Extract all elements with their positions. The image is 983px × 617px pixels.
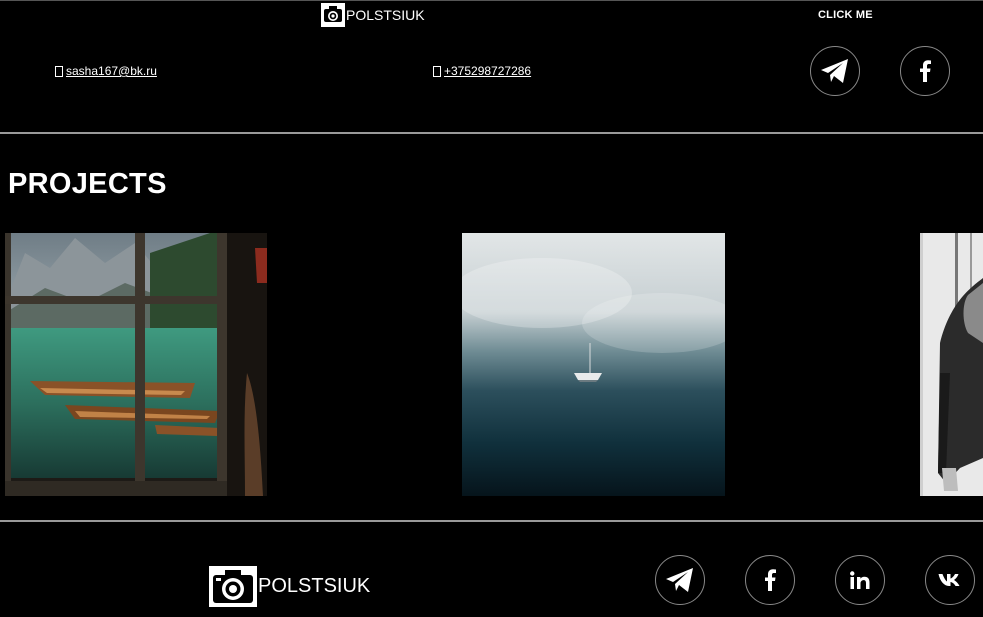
camera-logo-icon xyxy=(321,3,345,27)
facebook-icon xyxy=(920,60,931,82)
footer-linkedin-button[interactable] xyxy=(835,555,885,605)
telegram-icon xyxy=(666,568,693,592)
envelope-icon xyxy=(55,65,63,77)
email-text: sasha167@bk.ru xyxy=(66,64,157,78)
header-brand[interactable]: POLSTSIUK xyxy=(321,3,425,27)
telegram-icon xyxy=(821,59,848,83)
click-me-button[interactable]: CLICK ME xyxy=(818,9,873,21)
brand-name: POLSTSIUK xyxy=(346,7,425,23)
camera-logo-icon xyxy=(209,566,257,607)
footer-telegram-button[interactable] xyxy=(655,555,705,605)
divider-bottom xyxy=(0,520,983,522)
top-border xyxy=(0,0,983,1)
phone-text: +375298727286 xyxy=(444,64,532,78)
project-image-sailboat[interactable] xyxy=(462,233,725,496)
phone-icon xyxy=(433,65,441,77)
projects-heading: PROJECTS xyxy=(8,168,167,200)
footer-facebook-button[interactable] xyxy=(745,555,795,605)
phone-link[interactable]: +375298727286 xyxy=(433,64,531,78)
footer-brand[interactable]: POLSTSIUK xyxy=(209,566,370,607)
project-image-portrait[interactable] xyxy=(920,233,983,496)
divider-top xyxy=(0,132,983,134)
vk-icon xyxy=(938,574,960,586)
header-telegram-button[interactable] xyxy=(810,46,860,96)
facebook-icon xyxy=(765,569,776,591)
footer-vk-button[interactable] xyxy=(925,555,975,605)
footer-brand-name: POLSTSIUK xyxy=(258,575,371,597)
email-link[interactable]: sasha167@bk.ru xyxy=(55,64,157,78)
header-facebook-button[interactable] xyxy=(900,46,950,96)
project-image-lake[interactable] xyxy=(5,233,267,496)
linkedin-icon xyxy=(850,571,870,589)
